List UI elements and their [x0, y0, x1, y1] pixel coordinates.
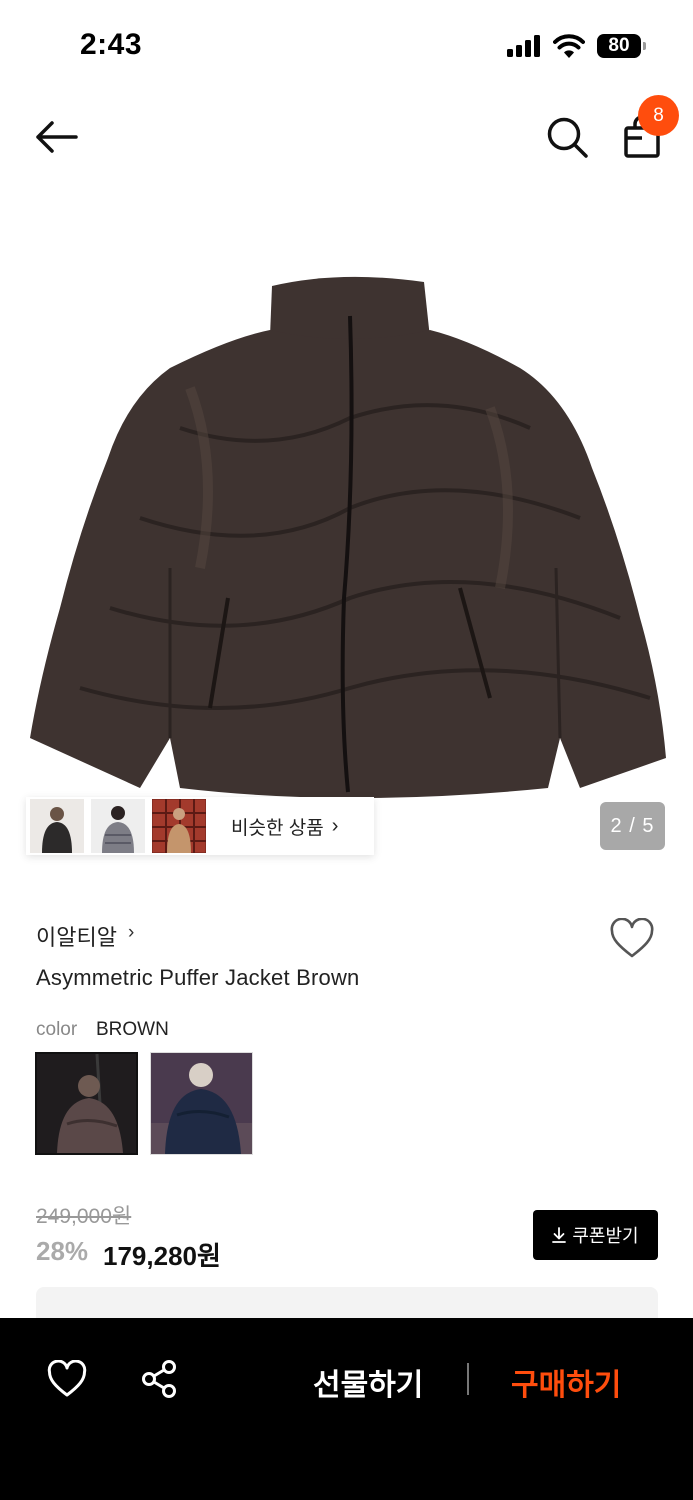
back-arrow-icon[interactable]: [32, 116, 80, 158]
battery-level: 80: [597, 34, 641, 58]
chevron-right-icon: ›: [128, 922, 135, 943]
chevron-right-icon: ›: [331, 814, 339, 837]
coupon-label: 쿠폰받기: [572, 1226, 639, 1246]
share-icon[interactable]: [140, 1359, 178, 1399]
similar-products-button[interactable]: 비슷한 상품 ›: [26, 797, 374, 855]
product-name: Asymmetric Puffer Jacket Brown: [36, 965, 360, 990]
status-bar: 2:43 80: [0, 0, 693, 90]
battery-icon: 80: [597, 34, 647, 58]
bottom-action-bar: [0, 1318, 693, 1500]
color-option-navy[interactable]: [150, 1052, 253, 1155]
original-price: 249,000원: [36, 1205, 132, 1228]
signal-icon: [507, 35, 543, 57]
get-coupon-button[interactable]: 쿠폰받기: [533, 1210, 658, 1260]
color-value: BROWN: [96, 1019, 169, 1040]
heart-icon[interactable]: [47, 1360, 87, 1398]
similar-thumbnail: [152, 799, 206, 853]
buy-button[interactable]: 구매하기: [511, 1360, 621, 1404]
download-icon: [552, 1227, 567, 1243]
discount-rate: 28%: [36, 1236, 89, 1266]
search-icon[interactable]: [544, 114, 590, 160]
similar-thumbnail: [91, 799, 145, 853]
similar-products-label: 비슷한 상품: [231, 817, 324, 839]
sale-price: 179,280원: [103, 1241, 221, 1271]
image-page-indicator: 2 / 5: [600, 802, 665, 850]
product-image[interactable]: [20, 268, 676, 800]
cart-count-badge: 8: [638, 95, 679, 136]
divider: [467, 1363, 469, 1395]
color-option-brown[interactable]: [35, 1052, 138, 1155]
color-label: color: [36, 1019, 78, 1040]
wifi-icon: [553, 34, 585, 58]
status-time: 2:43: [80, 28, 143, 61]
similar-thumbnail: [30, 799, 84, 853]
gift-button[interactable]: 선물하기: [313, 1360, 423, 1404]
heart-icon[interactable]: [609, 918, 655, 960]
brand-link[interactable]: 이알티알: [36, 920, 117, 952]
